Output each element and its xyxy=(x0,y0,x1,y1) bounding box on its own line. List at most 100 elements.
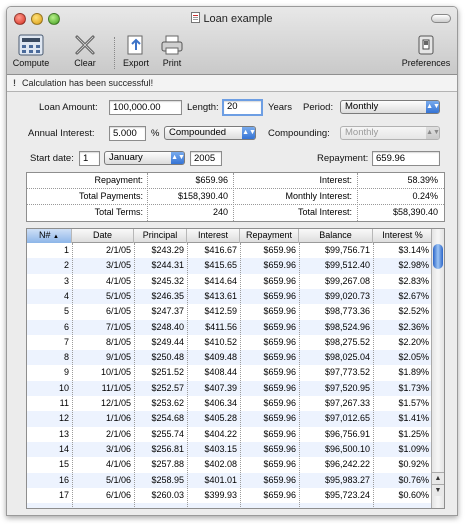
clear-button[interactable]: Clear xyxy=(63,34,107,68)
table-row[interactable]: 8 9/1/05 $250.48 $409.48 $659.96 $98,025.04 $2… xyxy=(27,350,432,366)
table-row[interactable]: 15 4/1/06 $257.88 $402.08 $659.96 $96,242.22 $… xyxy=(27,457,432,472)
window-title: Loan example xyxy=(203,13,273,25)
alert-icon: ! xyxy=(13,78,16,88)
cell-interest: $414.64 xyxy=(204,275,237,286)
cell-date: 6/1/06 xyxy=(105,489,131,500)
cell-interest-percent: $2.67% xyxy=(398,290,429,301)
table-row[interactable]: 7 8/1/05 $249.44 $410.52 $659.96 $98,275.52 $2… xyxy=(27,335,432,350)
start-month-select[interactable]: January ▲▼ xyxy=(104,151,185,165)
table-row[interactable]: 13 2/1/06 $255.74 $404.22 $659.96 $96,756.91 $… xyxy=(27,427,432,442)
cell-principal: $248.40 xyxy=(151,321,184,332)
window-title-area: Loan example xyxy=(7,12,457,25)
cell-interest-percent: $1.57% xyxy=(398,398,429,408)
cell-principal: $247.37 xyxy=(151,306,184,317)
column-header-balance[interactable]: Balance xyxy=(299,229,373,243)
cell-principal: $256.81 xyxy=(151,443,184,454)
cell-interest: $412.59 xyxy=(204,306,237,317)
compute-button[interactable]: Compute xyxy=(9,34,53,68)
compounding-label: Compounding: xyxy=(268,128,330,139)
table-row[interactable]: 11 12/1/05 $253.62 $406.34 $659.96 $97,267.33… xyxy=(27,396,432,411)
cell-number: 12 xyxy=(58,413,69,424)
print-button[interactable]: Print xyxy=(150,34,194,68)
cell-principal: $246.35 xyxy=(151,290,184,301)
preferences-button[interactable]: Preferences xyxy=(397,34,455,68)
start-year-field[interactable]: 2005 xyxy=(190,151,222,166)
cell-repayment: $659.96 xyxy=(263,489,296,500)
cell-interest-percent: $2.36% xyxy=(398,321,429,332)
preferences-switch-icon xyxy=(418,35,434,55)
table-row[interactable]: 1 2/1/05 $243.29 $416.67 $659.96 $99,756.71 $3… xyxy=(27,243,432,258)
cell-date: 2/1/05 xyxy=(105,245,131,255)
cell-interest: $406.34 xyxy=(204,398,237,408)
column-header-interest[interactable]: Interest xyxy=(187,229,240,243)
cell-interest: $415.65 xyxy=(204,260,237,271)
cell-interest: $402.08 xyxy=(204,459,237,470)
column-divider xyxy=(299,243,300,508)
period-select[interactable]: Monthly ▲▼ xyxy=(340,100,440,114)
summary-left-value: $158,390.40 xyxy=(177,191,228,201)
cell-balance: $99,512.40 xyxy=(324,260,370,271)
cell-interest-percent: $0.76% xyxy=(398,474,429,485)
cell-repayment: $659.96 xyxy=(263,474,296,485)
cell-principal: $257.88 xyxy=(151,459,184,470)
loan-amount-field[interactable]: 100,000.00 xyxy=(109,100,182,115)
column-header-date[interactable]: Date xyxy=(72,229,134,243)
cell-date: 8/1/05 xyxy=(105,336,131,347)
interest-type-value: Compounded xyxy=(169,127,227,138)
cell-date: 1/1/06 xyxy=(105,413,131,424)
start-month-value: January xyxy=(109,152,143,163)
cell-interest-percent: $1.41% xyxy=(398,413,429,424)
annual-interest-field[interactable]: 5.000 xyxy=(109,126,146,141)
column-header-principal[interactable]: Principal xyxy=(134,229,187,243)
cell-balance: $98,773.36 xyxy=(324,306,370,317)
table-row[interactable]: 10 11/1/05 $252.57 $407.39 $659.96 $97,520.95… xyxy=(27,380,432,396)
start-day-field[interactable]: 1 xyxy=(79,151,100,166)
cell-number: 7 xyxy=(63,336,69,347)
cell-balance: $95,983.27 xyxy=(324,474,370,485)
cell-date: 4/1/05 xyxy=(105,275,131,286)
column-header-number[interactable]: N# ▲ xyxy=(27,229,72,243)
table-row[interactable]: 16 5/1/06 $258.95 $401.01 $659.96 $95,983.27 $… xyxy=(27,472,432,488)
cell-balance: $95,723.24 xyxy=(324,489,370,500)
cell-number: 14 xyxy=(58,443,69,454)
chevron-updown-icon: ▲▼ xyxy=(426,101,439,113)
status-message: Calculation has been successful! xyxy=(22,78,154,88)
cell-number: 15 xyxy=(58,459,69,470)
cell-interest: $411.56 xyxy=(205,321,237,332)
cell-number: 10 xyxy=(58,382,69,393)
scroll-down-arrow-icon[interactable]: ▼ xyxy=(432,484,444,496)
table-row[interactable]: 2 3/1/05 $244.31 $415.65 $659.96 $99,512.40 $2… xyxy=(27,258,432,274)
repayment-field[interactable]: 659.96 xyxy=(372,151,440,166)
table-row[interactable]: 6 7/1/05 $248.40 $411.56 $659.96 $98,524.96 $2… xyxy=(27,319,432,335)
cell-principal: $243.29 xyxy=(151,245,184,255)
scroll-up-arrow-icon[interactable]: ▲ xyxy=(432,472,444,484)
cell-interest-percent: $2.20% xyxy=(398,336,429,347)
length-field[interactable]: 20 xyxy=(222,99,263,116)
summary-right-label: Monthly Interest: xyxy=(285,191,352,201)
scrollbar-thumb[interactable] xyxy=(433,244,443,269)
table-row-partial[interactable] xyxy=(27,503,432,508)
status-bar: ! Calculation has been successful! xyxy=(7,75,457,92)
table-row[interactable]: 3 4/1/05 $245.32 $414.64 $659.96 $99,267.08 $2… xyxy=(27,274,432,289)
column-divider xyxy=(134,243,135,508)
cell-interest: $416.67 xyxy=(204,245,237,255)
column-header-interest-percent[interactable]: Interest % xyxy=(373,229,432,243)
table-row[interactable]: 12 1/1/06 $254.68 $405.28 $659.96 $97,012.65 $… xyxy=(27,411,432,427)
cell-repayment: $659.96 xyxy=(263,245,296,255)
cell-interest-percent: $2.05% xyxy=(398,352,429,363)
table-row[interactable]: 14 3/1/06 $256.81 $403.15 $659.96 $96,500.10 $… xyxy=(27,441,432,458)
toolbar-toggle-button[interactable] xyxy=(431,14,451,23)
table-row[interactable]: 9 10/1/05 $251.52 $408.44 $659.96 $97,773.52 $… xyxy=(27,365,432,380)
table-row[interactable]: 17 6/1/06 $260.03 $399.93 $659.96 $95,723.24 $… xyxy=(27,488,432,503)
vertical-scrollbar[interactable]: ▲ ▼ xyxy=(431,229,444,508)
compounding-select[interactable]: Monthly ▲▼ xyxy=(340,126,440,140)
interest-type-select[interactable]: Compounded ▲▼ xyxy=(164,126,256,140)
table-row[interactable]: 4 5/1/05 $246.35 $413.61 $659.96 $99,020.73 $2… xyxy=(27,288,432,305)
column-header-repayment[interactable]: Repayment xyxy=(240,229,299,243)
chevron-updown-icon: ▲▼ xyxy=(426,127,439,139)
table-row[interactable]: 5 6/1/05 $247.37 $412.59 $659.96 $98,773.36 $2… xyxy=(27,304,432,319)
summary-row: Repayment: $659.96 Interest: 58.39% xyxy=(27,173,444,188)
chevron-updown-icon: ▲▼ xyxy=(242,127,255,139)
cell-interest-percent: $0.92% xyxy=(398,459,429,470)
cell-principal: $252.57 xyxy=(151,382,184,393)
